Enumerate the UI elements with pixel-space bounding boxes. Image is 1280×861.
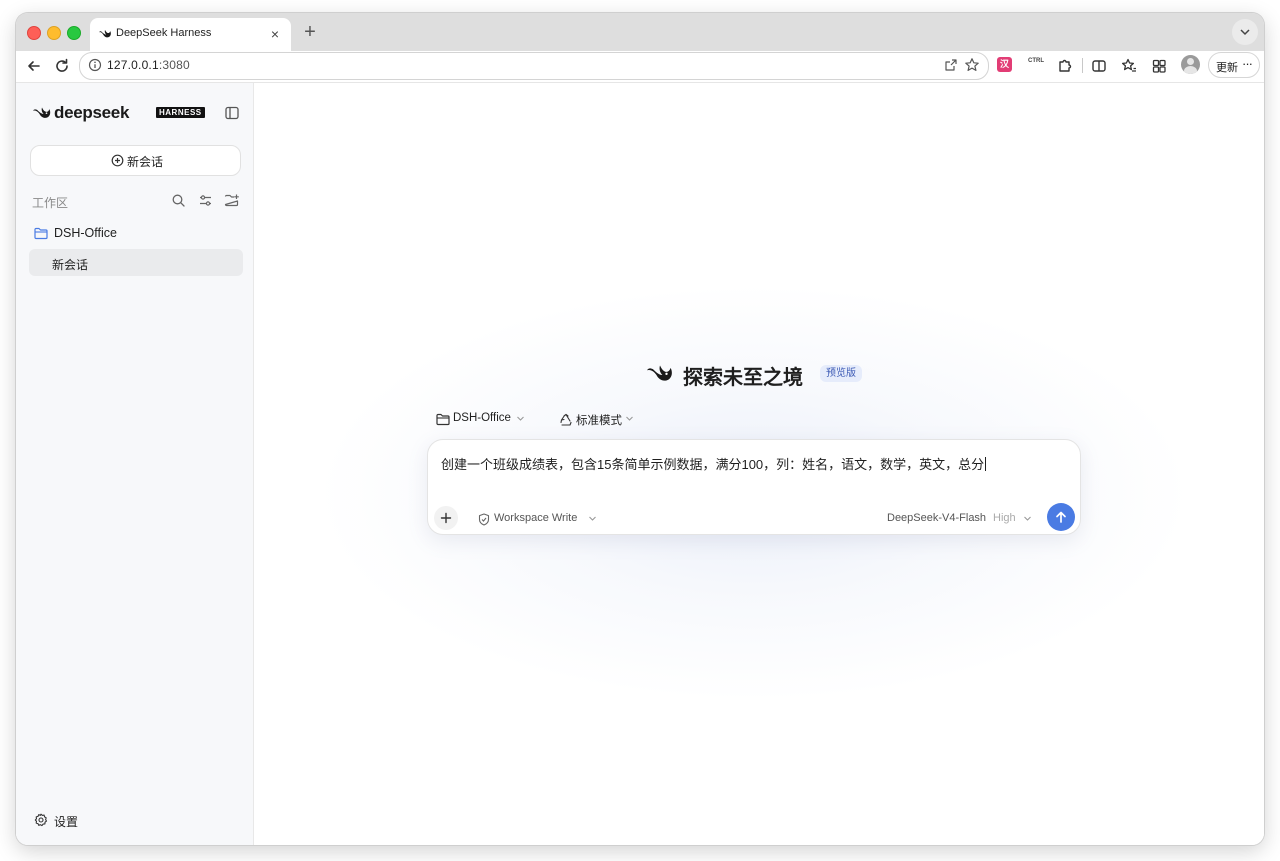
- tab-close-icon[interactable]: ×: [265, 24, 285, 44]
- hero-title: 探索未至之境: [683, 367, 803, 389]
- main-panel: 探索未至之境 预览版 DSH-Office 标准模式 创建一个班级成绩表，包含1…: [254, 83, 1264, 845]
- sliders-icon[interactable]: [198, 193, 213, 208]
- folder-icon: [436, 413, 450, 426]
- shield-icon: [478, 513, 490, 526]
- permission-label: Workspace Write: [494, 512, 578, 524]
- workspace-section-label: 工作区: [32, 196, 69, 210]
- sidebar-toggle-icon[interactable]: [224, 105, 240, 121]
- url-host: 127.0.0.1: [107, 58, 159, 72]
- conversation-title: 新会话: [52, 258, 89, 272]
- new-chat-button[interactable]: 新会话: [30, 145, 241, 176]
- send-button[interactable]: [1047, 503, 1075, 531]
- split-screen-icon[interactable]: [1089, 56, 1109, 76]
- chevron-down-icon: [1024, 516, 1031, 521]
- tab-search-button[interactable]: [1232, 19, 1258, 45]
- prompt-input[interactable]: 创建一个班级成绩表，包含15条简单示例数据，满分100，列：姓名，语文，数学，英…: [441, 454, 987, 473]
- update-label: 更新: [1216, 62, 1238, 74]
- model-effort: High: [993, 512, 1016, 524]
- browser-tab-active[interactable]: DeepSeek Harness ×: [90, 18, 291, 51]
- plus-circle-icon: [111, 154, 124, 167]
- new-chat-label: 新会话: [127, 155, 164, 169]
- workspace-folder-name: DSH-Office: [54, 226, 117, 240]
- settings-label: 设置: [54, 815, 79, 829]
- new-tab-button[interactable]: +: [300, 22, 320, 42]
- url-text: 127.0.0.1:3080: [107, 58, 190, 72]
- brand-badge: HARNESS: [156, 107, 205, 118]
- minimize-window-button[interactable]: [47, 26, 61, 40]
- chevron-down-icon: [626, 416, 633, 421]
- tab-strip: DeepSeek Harness × +: [16, 13, 1264, 51]
- attach-button[interactable]: [434, 506, 458, 530]
- whale-logo-icon: [647, 365, 672, 381]
- favorites-icon[interactable]: [1119, 56, 1139, 76]
- recycle-icon: [560, 413, 572, 426]
- open-external-icon[interactable]: [944, 58, 958, 72]
- extension-translate-icon[interactable]: 汉: [997, 57, 1012, 72]
- conversation-item-selected[interactable]: 新会话: [29, 249, 243, 276]
- plus-icon: [440, 512, 452, 524]
- brand-wordmark: deepseek: [54, 103, 130, 122]
- browser-toolbar: 127.0.0.1:3080 汉 CTRL 更新 ···: [16, 51, 1264, 81]
- back-arrow-icon[interactable]: [24, 56, 44, 76]
- extensions-puzzle-icon[interactable]: [1055, 56, 1075, 76]
- info-icon[interactable]: [88, 58, 102, 72]
- whale-favicon-icon: [99, 29, 111, 38]
- gear-icon: [34, 813, 48, 827]
- browser-window: DeepSeek Harness × + 127.0.0.1:3080 汉 CT…: [16, 13, 1264, 845]
- chevron-down-icon: [517, 416, 524, 421]
- chevron-down-icon: [1240, 29, 1250, 36]
- composer: 创建一个班级成绩表，包含15条简单示例数据，满分100，列：姓名，语文，数学，英…: [427, 439, 1081, 535]
- tab-title: DeepSeek Harness: [116, 27, 212, 39]
- preview-badge: 预览版: [820, 365, 862, 382]
- search-icon[interactable]: [171, 193, 186, 208]
- arrow-up-icon: [1056, 511, 1066, 523]
- folder-icon: [34, 227, 48, 240]
- text-caret: [985, 457, 987, 471]
- bookmark-star-icon[interactable]: [964, 57, 980, 73]
- whale-logo-icon: [33, 107, 51, 118]
- maximize-window-button[interactable]: [67, 26, 81, 40]
- mode-selector-label: 标准模式: [576, 415, 622, 427]
- chevron-down-icon: [589, 516, 596, 521]
- url-port: :3080: [158, 58, 190, 72]
- address-bar[interactable]: 127.0.0.1:3080: [79, 52, 989, 80]
- app-container: deepseek HARNESS 新会话 工作区 DSH-Office 新会话 …: [16, 82, 1264, 845]
- workspace-selector-label: DSH-Office: [453, 412, 511, 424]
- more-menu-icon: ···: [1242, 56, 1253, 71]
- toolbar-divider: [1082, 58, 1083, 73]
- update-button[interactable]: 更新 ···: [1208, 52, 1260, 78]
- collections-icon[interactable]: [1149, 56, 1169, 76]
- reload-icon[interactable]: [52, 56, 72, 76]
- folder-plus-icon[interactable]: [224, 193, 240, 208]
- prompt-input-text: 创建一个班级成绩表，包含15条简单示例数据，满分100，列：姓名，语文，数学，英…: [441, 457, 985, 472]
- extension-ctrl-icon[interactable]: CTRL: [1028, 58, 1044, 72]
- profile-avatar[interactable]: [1181, 55, 1200, 74]
- sidebar: deepseek HARNESS 新会话 工作区 DSH-Office 新会话 …: [16, 83, 254, 845]
- model-name: DeepSeek-V4-Flash: [887, 512, 987, 524]
- close-window-button[interactable]: [27, 26, 41, 40]
